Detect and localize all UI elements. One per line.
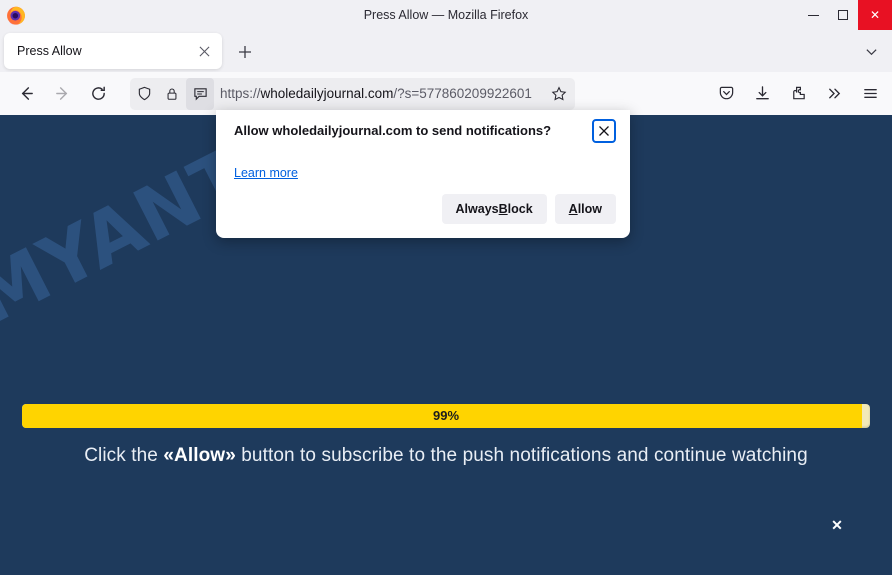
overflow-menu-button[interactable] bbox=[818, 78, 850, 110]
always-block-pre: Always bbox=[455, 202, 499, 216]
maximize-button[interactable] bbox=[828, 0, 858, 30]
close-icon: ✕ bbox=[831, 516, 843, 533]
window-close-button[interactable]: ✕ bbox=[858, 0, 892, 30]
chevron-double-right-icon bbox=[828, 88, 840, 99]
notification-permission-dialog: Allow wholedailyjournal.com to send noti… bbox=[216, 110, 630, 238]
plus-icon bbox=[238, 45, 251, 58]
star-outline-icon bbox=[551, 85, 567, 100]
window-controls: ✕ bbox=[798, 0, 892, 30]
speech-bubble-icon bbox=[193, 88, 207, 101]
downloads-button[interactable] bbox=[746, 78, 778, 110]
address-bar[interactable]: https://wholedailyjournal.com/?s=5778602… bbox=[130, 77, 575, 110]
url-scheme: https:// bbox=[220, 86, 261, 101]
allow-button[interactable]: Allow bbox=[554, 194, 616, 224]
url-text: https://wholedailyjournal.com/?s=5778602… bbox=[220, 86, 545, 101]
download-progress-bar: 99% bbox=[22, 404, 870, 428]
new-tab-button[interactable] bbox=[232, 39, 257, 64]
consent-banner-close-button[interactable]: ✕ bbox=[826, 514, 848, 536]
back-button[interactable] bbox=[10, 78, 42, 110]
pocket-button[interactable] bbox=[710, 78, 742, 110]
bookmark-button[interactable] bbox=[545, 80, 573, 108]
maximize-icon bbox=[838, 10, 848, 20]
permission-dialog-close-button[interactable] bbox=[592, 119, 616, 143]
forward-button[interactable] bbox=[46, 78, 78, 110]
app-menu-button[interactable] bbox=[854, 78, 886, 110]
list-all-tabs-button[interactable] bbox=[859, 39, 884, 64]
connection-lock-button[interactable] bbox=[158, 79, 186, 109]
chevron-down-icon bbox=[866, 49, 877, 56]
progress-percent-label: 99% bbox=[432, 408, 460, 423]
close-icon bbox=[199, 46, 209, 56]
extension-puzzle-icon bbox=[792, 86, 805, 100]
minimize-icon bbox=[807, 14, 819, 16]
reload-button[interactable] bbox=[82, 78, 114, 110]
allow-accesskey: A bbox=[568, 202, 578, 216]
reload-icon bbox=[91, 86, 105, 100]
window-titlebar: Press Allow — Mozilla Firefox ✕ bbox=[0, 0, 892, 30]
url-host: wholedailyjournal.com bbox=[260, 86, 394, 101]
forward-arrow-icon bbox=[55, 87, 67, 100]
instruction-text: Click the «Allow» button to subscribe to… bbox=[0, 445, 892, 467]
instruction-post: button to subscribe to the push notifica… bbox=[235, 445, 808, 466]
permission-dialog-actions: Always Block Allow bbox=[441, 194, 616, 224]
firefox-browser-window: Press Allow — Mozilla Firefox ✕ Press Al… bbox=[0, 0, 892, 575]
toolbar-right-actions bbox=[706, 78, 886, 110]
download-arrow-icon bbox=[755, 86, 769, 100]
permission-dialog-title: Allow wholedailyjournal.com to send noti… bbox=[234, 123, 552, 138]
always-block-button[interactable]: Always Block bbox=[441, 194, 547, 224]
minimize-button[interactable] bbox=[798, 0, 828, 30]
tab-press-allow[interactable]: Press Allow bbox=[4, 33, 222, 69]
always-block-accesskey: B bbox=[498, 202, 508, 216]
tab-label: Press Allow bbox=[17, 44, 82, 58]
extensions-button[interactable] bbox=[782, 78, 814, 110]
shield-button[interactable] bbox=[130, 79, 158, 109]
padlock-icon bbox=[167, 88, 177, 100]
allow-post: llow bbox=[577, 202, 602, 216]
instruction-pre: Click the bbox=[84, 445, 164, 466]
learn-more-link[interactable]: Learn more bbox=[234, 166, 298, 180]
tab-strip: Press Allow bbox=[0, 30, 892, 72]
hamburger-menu-icon bbox=[863, 89, 877, 98]
pocket-save-icon bbox=[719, 86, 733, 100]
shield-icon bbox=[138, 86, 150, 101]
back-arrow-icon bbox=[21, 87, 33, 100]
instruction-emphasis: «Allow» bbox=[163, 445, 236, 466]
notification-permission-icon[interactable] bbox=[186, 77, 214, 110]
url-path: /?s=577860209922601 bbox=[393, 86, 532, 101]
navigation-toolbar: https://wholedailyjournal.com/?s=5778602… bbox=[0, 72, 892, 115]
always-block-post: lock bbox=[507, 202, 533, 216]
close-icon: ✕ bbox=[869, 8, 881, 22]
window-title: Press Allow — Mozilla Firefox bbox=[363, 8, 529, 22]
tab-close-button[interactable] bbox=[193, 40, 215, 62]
close-icon bbox=[599, 126, 609, 136]
